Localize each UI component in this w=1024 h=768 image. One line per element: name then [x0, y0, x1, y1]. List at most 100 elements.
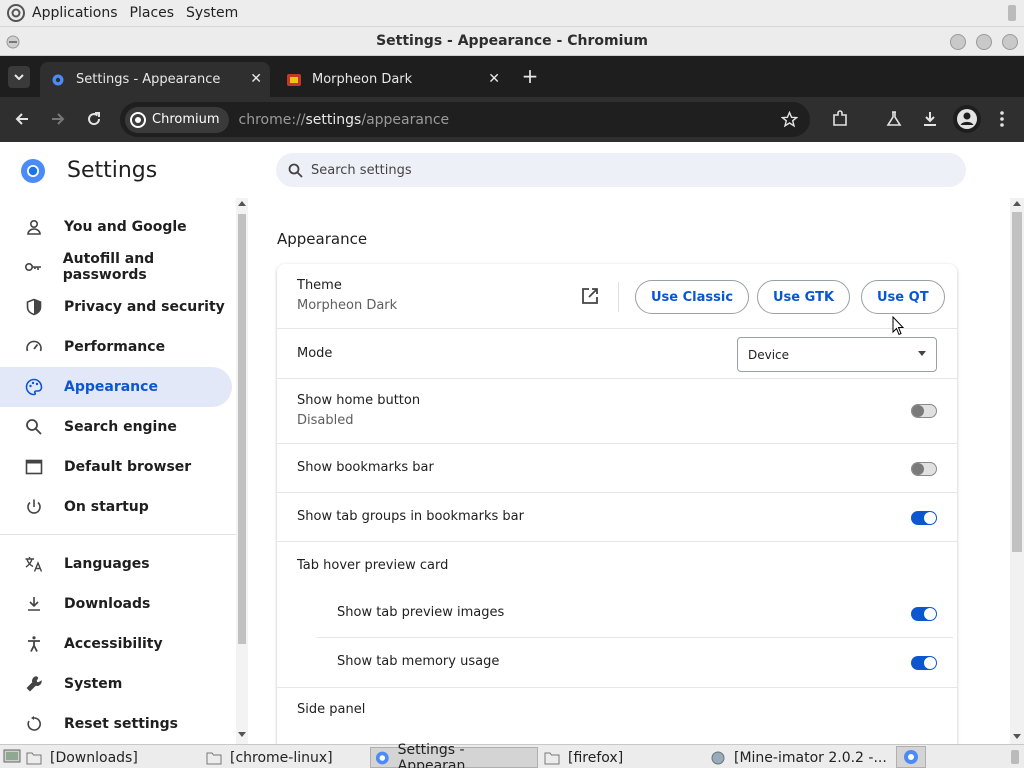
show-tab-groups-toggle[interactable] — [911, 511, 937, 525]
sidebar-item-reset[interactable]: Reset settings — [0, 704, 232, 744]
sidebar-item-accessibility[interactable]: Accessibility — [0, 624, 232, 664]
main-scrollbar[interactable] — [1010, 198, 1024, 744]
taskbar-item-settings[interactable]: Settings - Appearan... — [370, 742, 538, 768]
folder-icon — [206, 752, 222, 764]
gear-icon — [52, 74, 64, 85]
new-tab-button[interactable]: + — [520, 66, 540, 86]
search-input[interactable] — [311, 162, 911, 178]
close-icon[interactable]: ✕ — [250, 71, 262, 87]
open-in-new-icon[interactable] — [581, 287, 599, 305]
address-bar[interactable]: Chromium chrome://settings/appearance — [120, 102, 810, 137]
tab-morpheon-dark[interactable]: Morpheon Dark ✕ — [276, 62, 508, 97]
panel-handle-icon[interactable] — [1010, 749, 1020, 765]
show-bookmarks-bar-toggle[interactable] — [911, 462, 937, 476]
scroll-up-arrow-icon[interactable] — [238, 200, 246, 206]
tab-strip: Settings - Appearance ✕ Morpheon Dark ✕ … — [0, 56, 1024, 97]
close-window-button[interactable] — [1002, 34, 1018, 50]
settings-logo-icon — [21, 159, 45, 183]
scroll-down-arrow-icon[interactable] — [238, 732, 246, 738]
sidebar-scrollbar-thumb[interactable] — [238, 214, 246, 644]
show-tab-preview-images-row[interactable]: Show tab preview images — [317, 589, 953, 638]
chromium-logo-icon — [904, 750, 918, 764]
taskbar-item-chrome-linux[interactable]: [chrome-linux] — [202, 747, 367, 768]
shield-icon — [26, 298, 42, 316]
labs-button[interactable] — [882, 107, 906, 131]
profile-button[interactable] — [953, 105, 981, 133]
site-info-chip[interactable]: Chromium — [125, 106, 229, 133]
system-menu[interactable]: System — [186, 5, 238, 21]
taskbar-item-downloads[interactable]: [Downloads] — [22, 747, 192, 768]
side-panel-label: Side panel — [297, 702, 366, 717]
show-tab-preview-images-label: Show tab preview images — [337, 605, 505, 620]
mode-row: Mode Device — [277, 329, 957, 379]
distro-logo-icon[interactable] — [6, 3, 26, 23]
show-tab-memory-usage-label: Show tab memory usage — [337, 654, 500, 669]
mode-select[interactable]: Device — [737, 337, 937, 372]
scroll-down-arrow-icon[interactable] — [1013, 734, 1021, 740]
download-icon — [924, 112, 936, 126]
extensions-button[interactable] — [828, 107, 852, 131]
sidebar-item-you-and-google[interactable]: You and Google — [0, 207, 232, 247]
accessibility-icon — [28, 636, 40, 652]
appearance-card: Theme Morpheon Dark Use Classic Use GTK … — [277, 264, 957, 744]
sidebar-item-appearance[interactable]: Appearance — [0, 367, 232, 407]
speedometer-icon — [26, 340, 42, 352]
downloads-button[interactable] — [918, 107, 942, 131]
bookmark-star-icon[interactable] — [781, 111, 798, 128]
places-menu[interactable]: Places — [130, 5, 175, 21]
chromium-logo-icon — [130, 111, 146, 128]
show-home-button-row[interactable]: Show home button Disabled — [277, 379, 957, 444]
show-home-button-status: Disabled — [297, 413, 354, 428]
taskbar-item-firefox[interactable]: [firefox] — [540, 747, 700, 768]
sidebar-item-system[interactable]: System — [0, 664, 232, 704]
tab-settings-appearance[interactable]: Settings - Appearance ✕ — [40, 62, 270, 97]
minimize-button[interactable] — [950, 34, 966, 50]
sidebar-item-downloads[interactable]: Downloads — [0, 584, 232, 624]
sidebar-divider — [0, 534, 236, 535]
show-tab-groups-row[interactable]: Show tab groups in bookmarks bar — [277, 493, 957, 542]
maximize-button[interactable] — [976, 34, 992, 50]
sidebar-item-on-startup[interactable]: On startup — [0, 487, 232, 527]
close-icon[interactable]: ✕ — [488, 71, 500, 87]
scroll-up-arrow-icon[interactable] — [1013, 200, 1021, 206]
main-scrollbar-thumb[interactable] — [1012, 212, 1022, 552]
show-home-button-toggle[interactable] — [911, 404, 937, 418]
taskbar: [Downloads] [chrome-linux] Settings - Ap… — [0, 742, 1024, 768]
sidebar-item-performance[interactable]: Performance — [0, 327, 232, 367]
taskbar-item-mine-imator[interactable]: [Mine-imator 2.0.2 -... — [706, 747, 892, 768]
window-title: Settings - Appearance - Chromium — [376, 33, 648, 49]
show-desktop-icon[interactable] — [3, 748, 21, 765]
back-button[interactable] — [10, 107, 34, 131]
use-classic-button[interactable]: Use Classic — [635, 280, 750, 314]
applications-menu[interactable]: Applications — [32, 5, 118, 21]
show-bookmarks-bar-row[interactable]: Show bookmarks bar — [277, 444, 957, 493]
workspace-switcher[interactable] — [896, 746, 926, 768]
show-tab-preview-images-toggle[interactable] — [911, 607, 937, 621]
use-gtk-button[interactable]: Use GTK — [757, 280, 851, 314]
sidebar-item-languages[interactable]: Languages — [0, 544, 232, 584]
show-tab-memory-usage-toggle[interactable] — [911, 656, 937, 670]
sidebar-scrollbar[interactable] — [236, 198, 248, 744]
panel-handle-icon[interactable] — [1006, 3, 1018, 23]
power-icon — [27, 499, 41, 514]
search-settings-box[interactable] — [276, 153, 966, 187]
settings-page: Settings You and Google Autofill and pas… — [0, 142, 1024, 744]
sidebar-item-label: Accessibility — [64, 636, 163, 652]
use-qt-button[interactable]: Use QT — [861, 280, 945, 314]
forward-button[interactable] — [46, 107, 70, 131]
mode-label: Mode — [297, 346, 333, 361]
extension-favicon-icon — [287, 73, 301, 86]
reload-button[interactable] — [82, 107, 106, 131]
sidebar-item-privacy[interactable]: Privacy and security — [0, 287, 232, 327]
sidebar-item-search-engine[interactable]: Search engine — [0, 407, 232, 447]
sidebar-item-autofill[interactable]: Autofill and passwords — [0, 247, 232, 287]
menu-button[interactable] — [990, 107, 1014, 131]
puzzle-icon — [833, 110, 847, 126]
palette-icon — [25, 378, 43, 396]
arrow-right-icon — [52, 113, 65, 125]
sidebar-item-default-browser[interactable]: Default browser — [0, 447, 232, 487]
window-title-bar[interactable]: Settings - Appearance - Chromium — [0, 27, 1024, 56]
sidebar-item-label: Search engine — [64, 419, 177, 435]
show-tab-memory-usage-row[interactable]: Show tab memory usage — [317, 638, 953, 687]
tab-search-button[interactable] — [8, 66, 30, 88]
